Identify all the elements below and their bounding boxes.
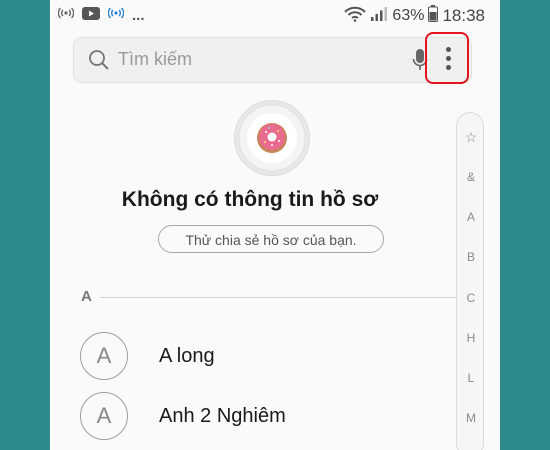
- section-divider: [100, 297, 460, 298]
- no-profile-title: Không có thông tin hồ sơ: [121, 188, 379, 211]
- wifi-calling-icon: [107, 6, 125, 24]
- index-item[interactable]: M: [457, 411, 485, 425]
- clock: 18:38: [442, 5, 485, 25]
- index-item[interactable]: A: [457, 210, 485, 224]
- section-header-letter: A: [81, 288, 92, 305]
- share-profile-button[interactable]: Thử chia sẻ hồ sơ của bạn.: [158, 225, 384, 253]
- search-icon: [88, 49, 110, 76]
- phone-screen: ... 63% 18:38 Tìm kiếm Không có thông ti…: [50, 0, 500, 450]
- index-item[interactable]: C: [457, 291, 485, 305]
- more-options-icon-dot: [446, 56, 451, 61]
- wifi-icon: [344, 6, 367, 26]
- contact-avatar: A: [80, 332, 128, 380]
- battery-percent: 63%: [392, 6, 425, 24]
- more-options-icon: [446, 47, 451, 52]
- index-item[interactable]: H: [457, 331, 485, 345]
- status-bar: ... 63% 18:38: [50, 0, 500, 30]
- index-item[interactable]: &: [457, 170, 485, 184]
- more-options-icon-dot: [446, 65, 451, 70]
- contact-name: A long: [159, 345, 215, 367]
- hotspot-icon: [57, 6, 75, 24]
- contact-item[interactable]: A A long: [80, 332, 440, 382]
- signal-icon: [370, 6, 388, 26]
- more-notifications-text: ...: [132, 6, 145, 24]
- contact-name: Anh 2 Nghiêm: [159, 405, 286, 427]
- battery-icon: [428, 5, 439, 26]
- alphabet-index-scroller[interactable]: ☆ & A B C H L M: [456, 112, 484, 450]
- more-options-button[interactable]: [425, 32, 469, 84]
- index-item[interactable]: L: [457, 371, 485, 385]
- youtube-icon: [82, 6, 100, 24]
- search-bar[interactable]: [73, 37, 472, 83]
- search-input[interactable]: [118, 49, 368, 70]
- contact-avatar: A: [80, 392, 128, 440]
- index-item[interactable]: B: [457, 250, 485, 264]
- contact-item[interactable]: A Anh 2 Nghiêm: [80, 392, 440, 442]
- donut-icon: [238, 104, 306, 172]
- index-favorites-icon[interactable]: ☆: [457, 129, 485, 146]
- profile-avatar[interactable]: [234, 100, 310, 176]
